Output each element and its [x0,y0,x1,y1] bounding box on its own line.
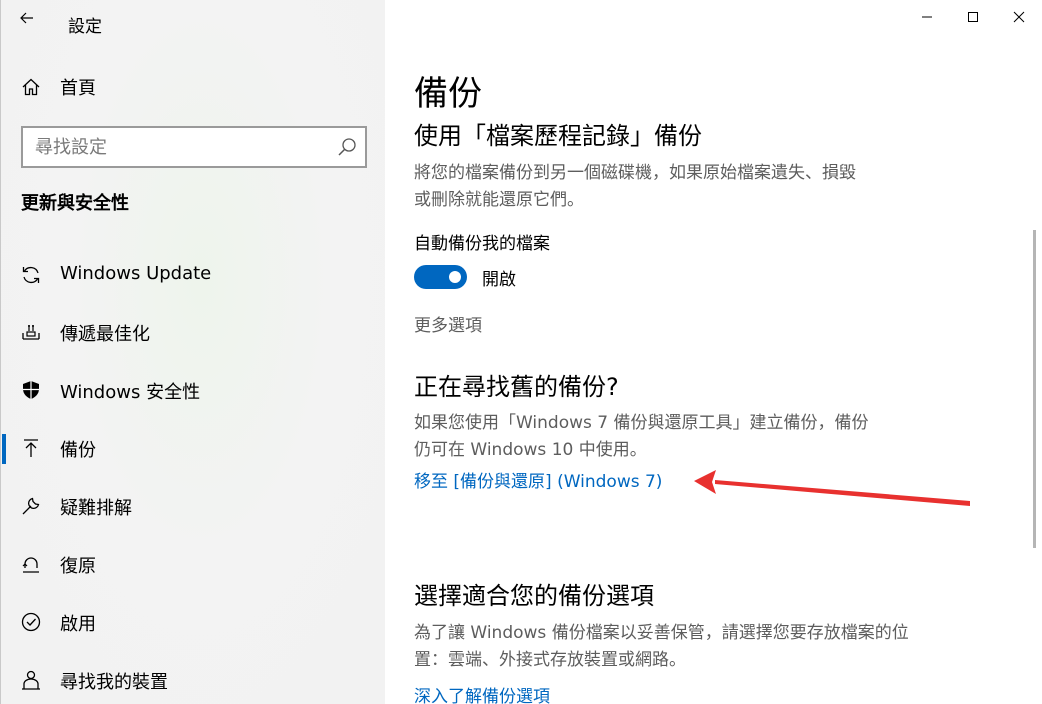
annotation-arrow-shaft [715,480,970,506]
annotation-arrow-head [694,470,716,494]
annotation-arrow [694,470,970,506]
